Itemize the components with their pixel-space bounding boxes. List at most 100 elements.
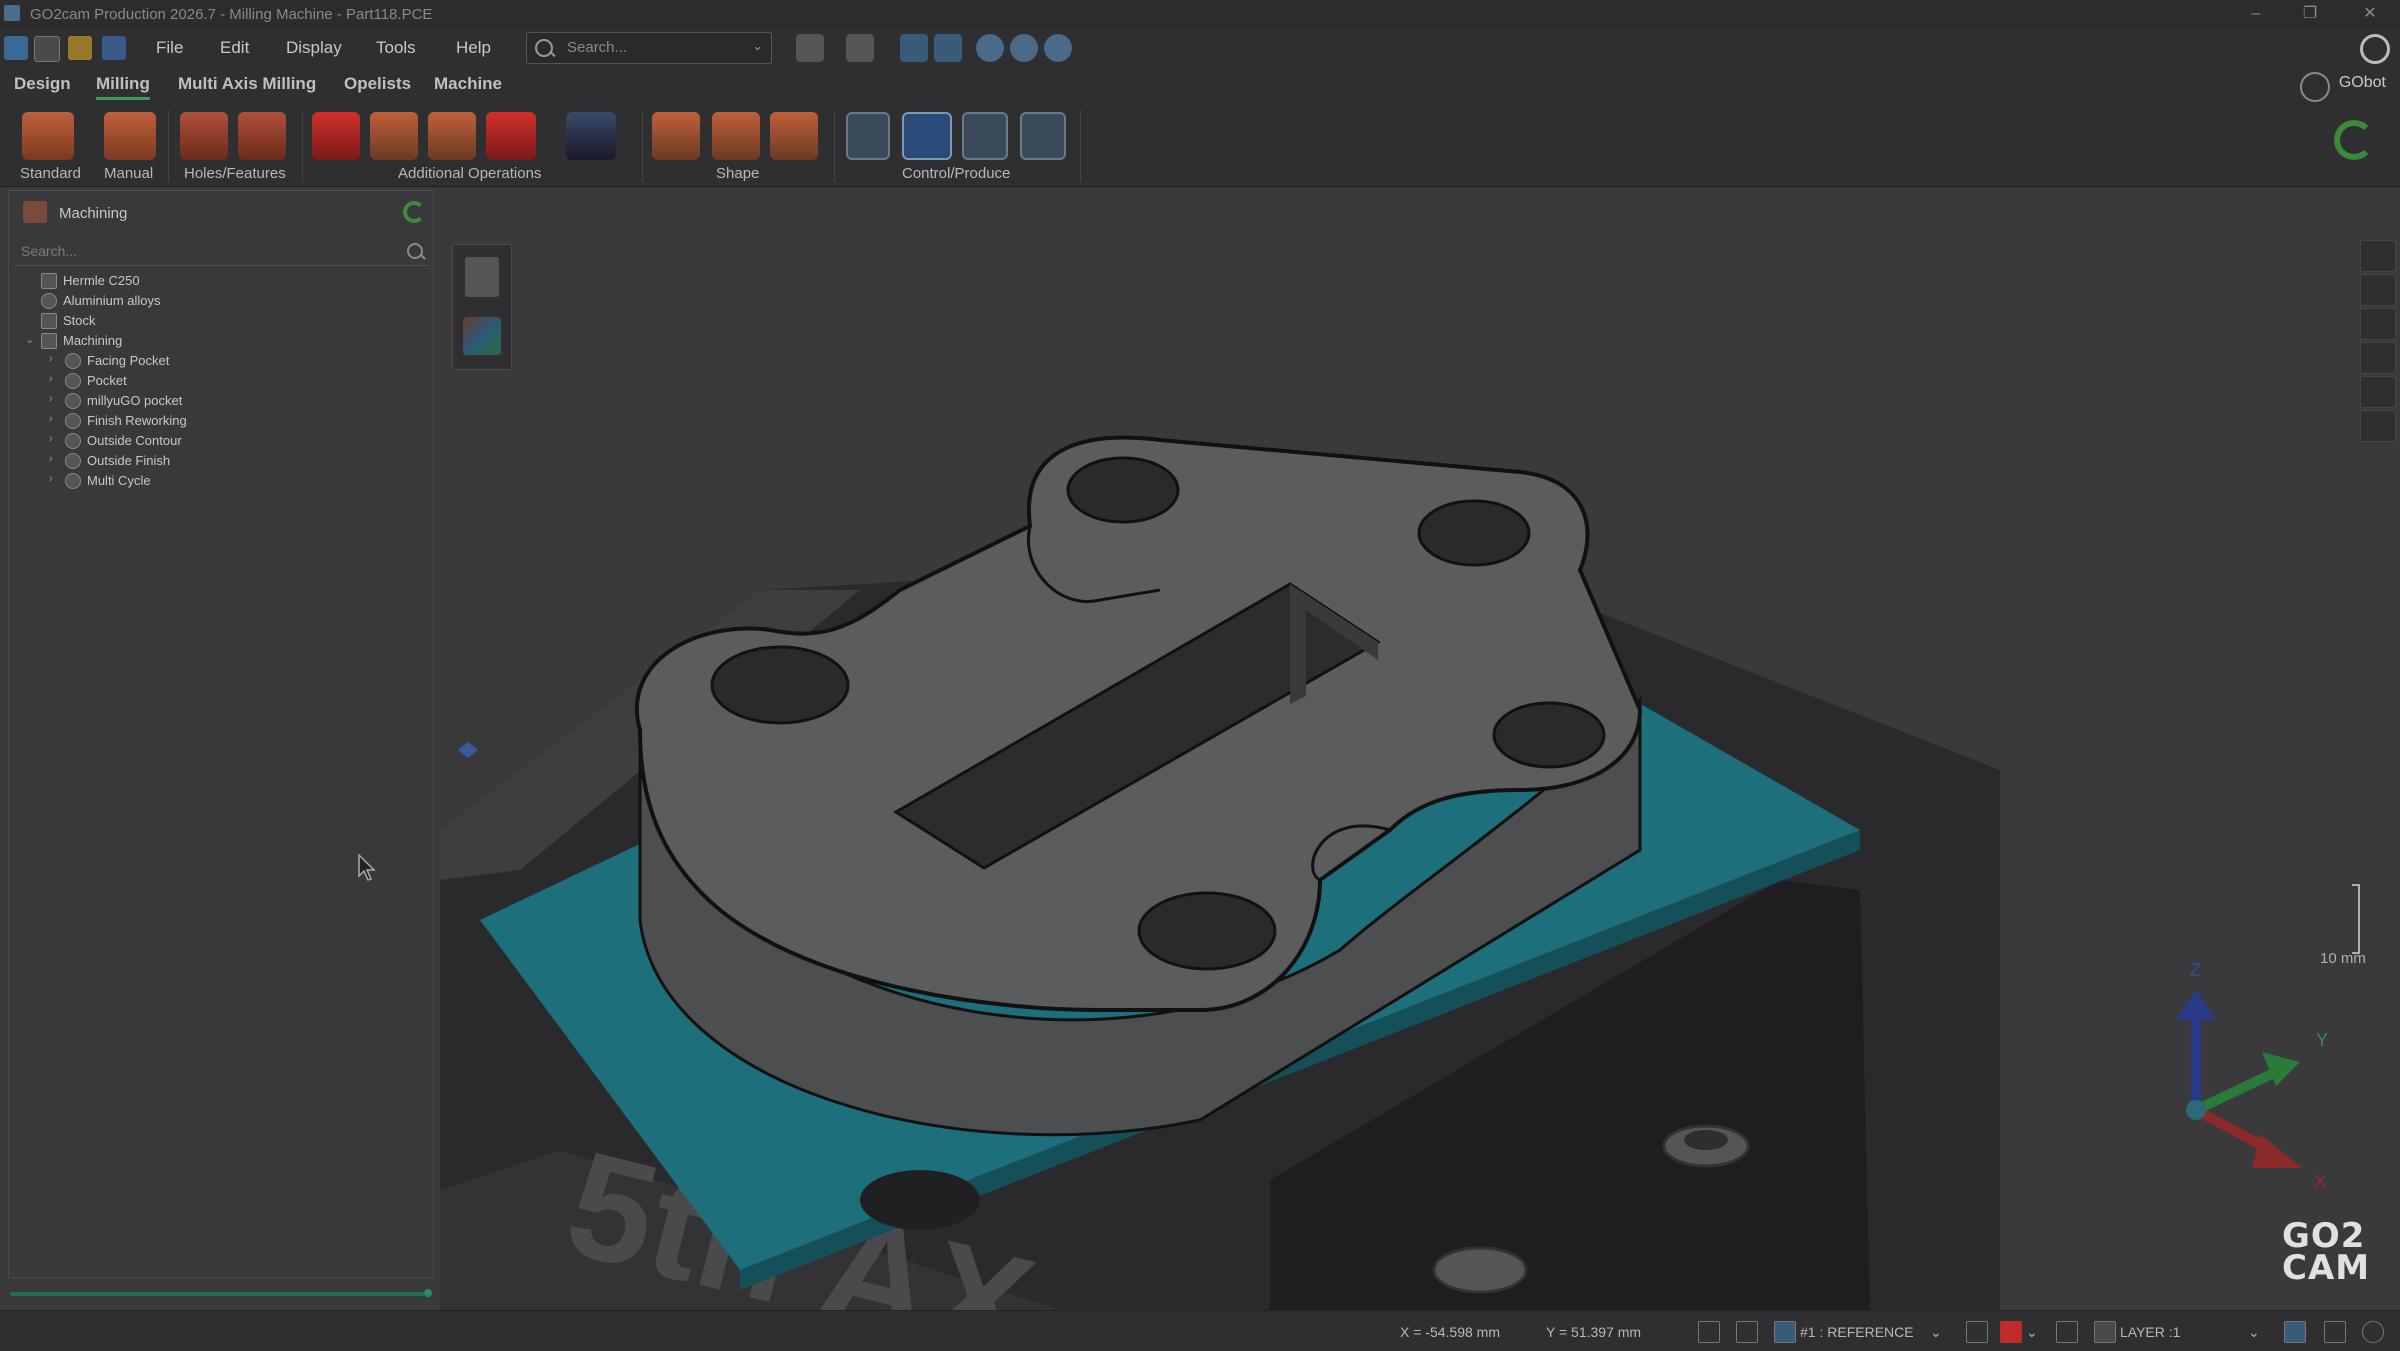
orientation-icon[interactable] [458,742,478,758]
vise-shadow [860,1170,980,1230]
chevron-down-icon[interactable]: ⌄ [2026,1324,2038,1341]
display-mode-icon[interactable] [1966,1321,1988,1343]
stock-view-icon[interactable] [2360,342,2396,374]
nc-code-button[interactable] [962,112,1008,160]
operation-icon [65,413,81,429]
ribbon-separator [834,110,835,182]
report-button[interactable] [1020,112,1066,160]
close-button[interactable]: ✕ [2350,2,2390,26]
menu-file[interactable]: File [156,38,183,58]
stock-icon [41,313,57,329]
tab-machine[interactable]: Machine [434,74,502,94]
ribbon-label-shape: Shape [716,165,760,182]
ribbon-separator [1080,110,1081,182]
settings-icon[interactable] [2284,1321,2306,1343]
shape-op-2-button[interactable] [712,112,760,160]
scale-bar [2352,884,2360,954]
chevron-down-icon[interactable]: ⌄ [25,333,34,346]
clamp-bolt [1432,1246,1528,1294]
chevron-down-icon[interactable]: ⌄ [2248,1324,2260,1341]
search-icon[interactable] [407,243,423,259]
additional-op-4-button[interactable] [486,112,536,160]
operation-icon [65,393,81,409]
go2cam-logo: GO2 CAM [2282,1216,2371,1288]
menu-display[interactable]: Display [286,38,342,58]
progress-bar [10,1289,432,1297]
stock-colors-icon[interactable] [463,317,501,355]
3d-viewport[interactable]: 5th AX [440,190,2392,1351]
chevron-right-icon[interactable]: › [49,393,53,405]
chevron-right-icon[interactable]: › [49,453,53,465]
view-cube-icon[interactable] [2324,1321,2346,1343]
simulation-play-button[interactable] [902,112,952,160]
shape-op-1-button[interactable] [652,112,700,160]
tab-milling[interactable]: Milling [96,74,150,100]
zoom-icon[interactable] [976,34,1004,62]
menu-edit[interactable]: Edit [220,38,249,58]
additional-op-1-button[interactable] [312,112,360,160]
tab-design[interactable]: Design [14,74,71,94]
operation-icon [65,433,81,449]
redo-icon[interactable] [846,34,874,62]
menu-tools[interactable]: Tools [376,38,416,58]
additional-op-5-button[interactable] [566,112,616,160]
cam-op-button[interactable] [428,112,476,160]
minimize-button[interactable]: – [2236,2,2276,26]
chevron-right-icon[interactable]: › [49,353,53,365]
color-picker[interactable] [2000,1321,2022,1343]
reference-icon [1774,1321,1796,1343]
chevron-right-icon[interactable]: › [49,373,53,385]
mouse-cursor-icon [358,854,376,881]
tab-opelists[interactable]: Opelists [344,74,411,94]
tool-view-icon[interactable] [2360,410,2396,442]
chevron-right-icon[interactable]: › [49,473,53,485]
machine-parameters-button[interactable] [846,112,890,160]
visibility-icon[interactable] [2360,240,2396,272]
panel-search-placeholder: Search... [21,243,78,259]
menu-help[interactable]: Help [456,38,491,58]
x-axis-arrow [2252,1134,2302,1168]
measure-icon[interactable] [900,34,928,62]
reference-select[interactable]: #1 : REFERENCE [1800,1324,1914,1340]
global-search-input[interactable]: Search... ⌄ [526,32,772,64]
manual-operation-button[interactable] [104,112,156,160]
home-icon[interactable] [4,36,28,60]
refresh-icon[interactable] [403,201,425,223]
simulation-icon[interactable] [465,257,499,297]
panel-search-input[interactable]: Search... [15,239,429,266]
filter-icon[interactable] [2360,274,2396,306]
style-icon[interactable] [2056,1321,2078,1343]
grid-icon[interactable] [1698,1321,1720,1343]
snap-icon[interactable] [1736,1321,1758,1343]
features-button[interactable] [238,112,286,160]
shape-op-3-button[interactable] [770,112,818,160]
layer-select[interactable]: LAYER :1 [2120,1324,2180,1340]
view-icon[interactable] [1044,34,1072,62]
chevron-right-icon[interactable]: › [49,413,53,425]
user-avatar-icon[interactable] [2360,34,2390,64]
tab-multi-axis-milling[interactable]: Multi Axis Milling [178,74,316,94]
chevron-down-icon[interactable]: ⌄ [752,38,763,54]
z-axis-label: Z [2190,960,2201,980]
maximize-button[interactable]: ❐ [2290,2,2330,26]
gobot-icon [2300,72,2330,102]
new-file-icon[interactable] [34,36,60,62]
help-icon[interactable] [2362,1321,2384,1343]
additional-op-2-button[interactable] [370,112,418,160]
holes-button[interactable] [180,112,228,160]
standard-operation-button[interactable] [22,112,74,160]
open-folder-icon[interactable] [68,36,92,60]
fixture-view-icon[interactable] [2360,376,2396,408]
mounting-hole [710,645,850,725]
part-view-icon[interactable] [2360,308,2396,340]
chevron-right-icon[interactable]: › [49,433,53,445]
ribbon-separator [642,110,643,182]
menu-bar: File Edit Display Tools Help Search... ⌄ [0,28,2400,68]
chevron-down-icon[interactable]: ⌄ [1930,1324,1942,1341]
gobot-button[interactable]: GObot [2339,74,2386,92]
undo-icon[interactable] [796,34,824,62]
sync-icon[interactable] [2334,120,2374,160]
eraser-icon[interactable] [934,34,962,62]
save-icon[interactable] [102,36,126,60]
zoom-fit-icon[interactable] [1010,34,1038,62]
